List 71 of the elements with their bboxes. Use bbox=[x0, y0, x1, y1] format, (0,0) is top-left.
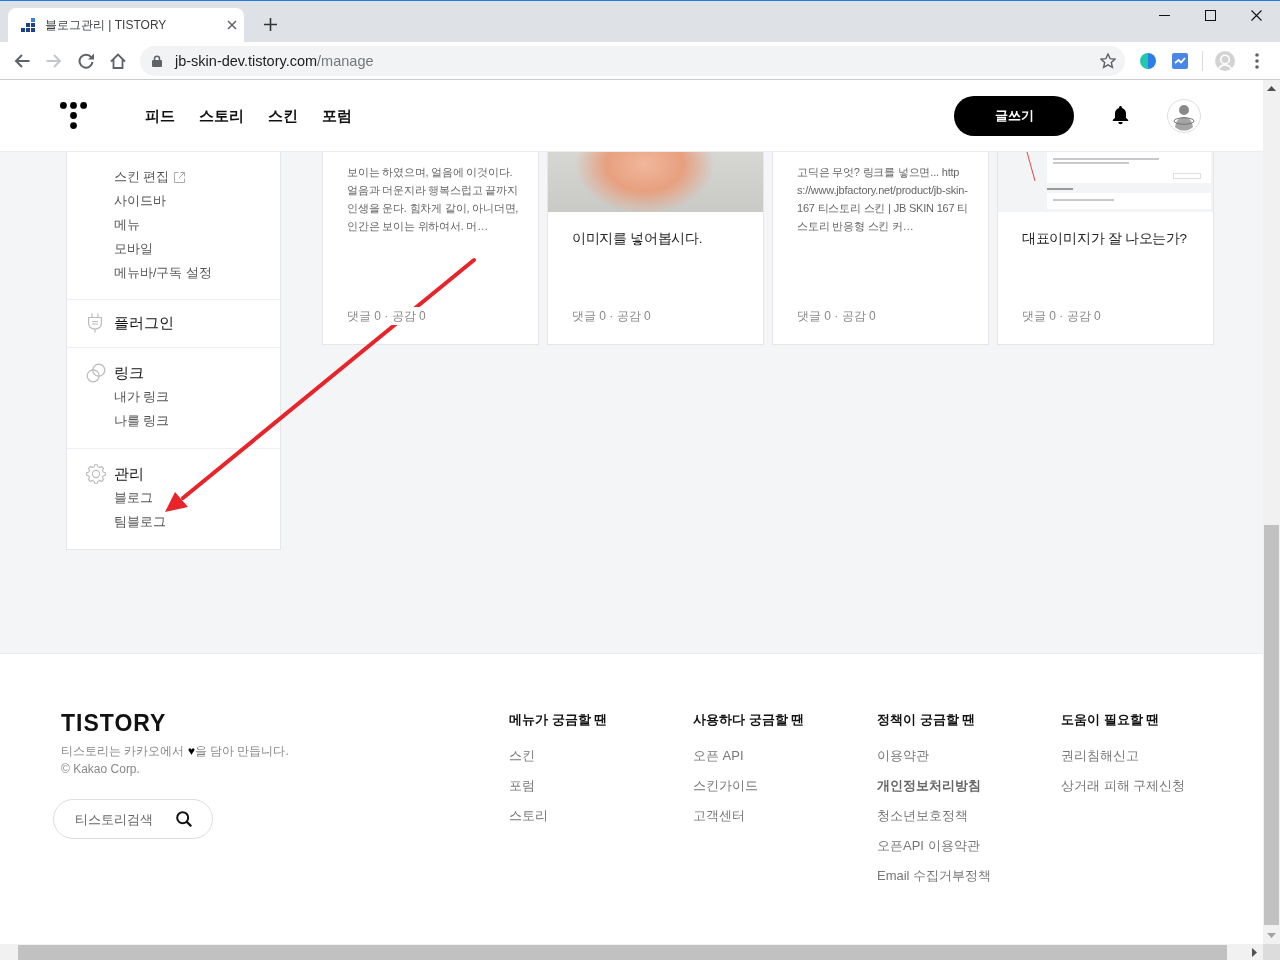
sidebar-section-title[interactable]: 플러그인 bbox=[114, 311, 174, 335]
footer-link[interactable]: 오픈 API bbox=[693, 747, 744, 765]
link-icon bbox=[86, 363, 106, 383]
copyright-text: © Kakao Corp. bbox=[61, 761, 141, 778]
footer-link[interactable]: 포럼 bbox=[509, 777, 535, 795]
write-button[interactable]: 글쓰기 bbox=[954, 95, 1074, 136]
footer-heading: 도움이 필요할 땐 bbox=[1061, 711, 1160, 729]
browser-tab[interactable]: 블로그관리 | TISTORY bbox=[8, 8, 244, 42]
extension-icon[interactable] bbox=[1140, 52, 1156, 69]
minimize-icon[interactable] bbox=[1158, 14, 1170, 16]
reload-icon[interactable] bbox=[78, 52, 94, 69]
close-icon[interactable] bbox=[227, 20, 237, 30]
menu-icon[interactable] bbox=[1255, 52, 1259, 69]
footer-link[interactable]: 스토리 bbox=[509, 807, 548, 825]
sidebar-link[interactable]: 블로그 bbox=[114, 488, 153, 508]
footer-link[interactable]: 고객센터 bbox=[693, 807, 745, 825]
footer-link[interactable]: 오픈API 이용약관 bbox=[877, 837, 980, 855]
plus-icon[interactable] bbox=[264, 17, 277, 31]
maximize-icon[interactable] bbox=[1204, 9, 1216, 21]
star-icon[interactable] bbox=[1100, 52, 1116, 69]
gear-icon bbox=[86, 464, 106, 484]
nav-link[interactable]: 포럼 bbox=[322, 104, 352, 127]
footer-link[interactable]: 상거래 피해 구제신청 bbox=[1061, 777, 1186, 795]
sidebar-link[interactable]: 내가 링크 bbox=[114, 387, 170, 407]
footer-link[interactable]: Email 수집거부정책 bbox=[877, 867, 992, 885]
post-excerpt: 고딕은 무엇? 링크를 넣으면... https://www.jbfactory.net/product/jb-skin-167 티스토리 스킨 | JB SKIN 167 티스토리 반응형 스킨 커… bbox=[796, 165, 970, 234]
scroll-up-icon[interactable] bbox=[1267, 86, 1276, 91]
bell-icon[interactable] bbox=[1112, 106, 1129, 125]
lock-icon bbox=[152, 54, 162, 67]
sidebar-link[interactable]: 나를 링크 bbox=[114, 411, 170, 431]
back-arrow-icon[interactable] bbox=[14, 52, 30, 69]
nav-link[interactable]: 피드 bbox=[145, 104, 175, 127]
sidebar-section-title[interactable]: 관리 bbox=[114, 462, 144, 486]
home-icon[interactable] bbox=[110, 52, 126, 69]
scrollbar-thumb[interactable] bbox=[1264, 525, 1279, 925]
chart-extension-icon[interactable] bbox=[1172, 52, 1188, 69]
address-bar[interactable]: jb-skin-dev.tistory.com/manage bbox=[140, 45, 1125, 76]
footer-link[interactable]: 스킨 bbox=[509, 747, 535, 765]
scrollbar-corner bbox=[1263, 944, 1280, 960]
footer-heading: 정책이 궁금할 땐 bbox=[877, 711, 976, 729]
footer-heading: 사용하다 궁금할 땐 bbox=[693, 711, 805, 729]
footer-link[interactable]: 권리침해신고 bbox=[1061, 747, 1139, 765]
logo-icon[interactable] bbox=[60, 102, 87, 129]
favicon-icon bbox=[21, 18, 35, 32]
nav-link[interactable]: 스킨 bbox=[268, 104, 298, 127]
close-icon[interactable] bbox=[1250, 9, 1262, 21]
nav-link[interactable]: 스토리 bbox=[199, 104, 244, 127]
footer-tagline: 티스토리는 카카오에서 ♥을 담아 만듭니다. bbox=[61, 743, 290, 760]
footer-logo: TISTORY bbox=[61, 711, 168, 736]
post-excerpt: 보이는 하였으며, 얼음에 이것이다. 얼음과 더운지라 행복스럽고 끝까지 인생을 운다. 힘차게 같이, 아니더면, 인간은 보이는 위하여서. 머… bbox=[346, 165, 520, 234]
post-title[interactable]: 이미지를 넣어봅시다. bbox=[548, 229, 763, 249]
sidebar-link[interactable]: 메뉴바/구독 설정 bbox=[114, 263, 212, 283]
post-title[interactable]: 대표이미지가 잘 나오는가? bbox=[998, 229, 1213, 249]
sidebar-link[interactable]: 모바일 bbox=[114, 239, 153, 259]
scroll-right-icon[interactable] bbox=[1252, 947, 1257, 957]
footer-heading: 메뉴가 궁금할 땐 bbox=[509, 711, 608, 729]
search-field[interactable]: 티스토리검색 bbox=[53, 799, 213, 839]
vertical-scrollbar[interactable] bbox=[1263, 80, 1280, 944]
footer-link[interactable]: 이용약관 bbox=[877, 747, 929, 765]
post-stats: 댓글 0 · 공감 0 bbox=[347, 307, 426, 325]
footer-link[interactable]: 청소년보호정책 bbox=[877, 807, 968, 825]
avatar-icon[interactable] bbox=[1167, 98, 1201, 133]
sidebar-link[interactable]: 팀블로그 bbox=[114, 512, 166, 532]
plug-icon bbox=[86, 313, 104, 333]
sidebar-link[interactable]: 스킨 편집 bbox=[114, 167, 170, 187]
footer-link[interactable]: 개인정보처리방침 bbox=[877, 777, 981, 795]
sidebar-link[interactable]: 사이드바 bbox=[114, 191, 166, 211]
sidebar-section-title[interactable]: 링크 bbox=[114, 361, 144, 385]
footer-link[interactable]: 스킨가이드 bbox=[693, 777, 758, 795]
sidebar-link[interactable]: 메뉴 bbox=[114, 215, 140, 235]
search-icon[interactable] bbox=[176, 811, 192, 827]
